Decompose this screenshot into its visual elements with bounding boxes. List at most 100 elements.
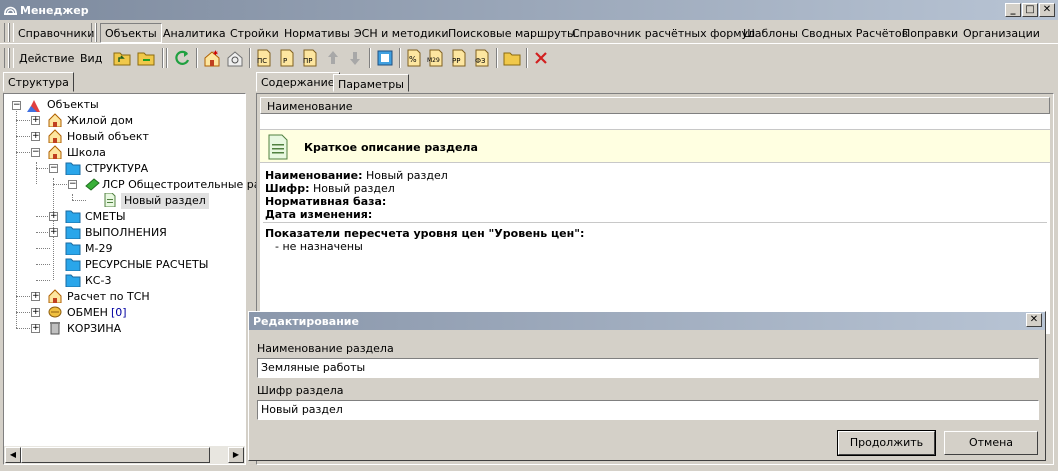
refresh-icon[interactable] — [172, 48, 192, 68]
tree-item-noviy-razdel[interactable]: Новый раздел — [121, 193, 209, 209]
menu-stroyki[interactable]: Стройки — [230, 27, 279, 40]
menu-spravochnik-formul[interactable]: Справочник расчётных формул — [572, 27, 755, 40]
tab-parametry[interactable]: Параметры — [333, 74, 409, 92]
name-input[interactable]: Земляные работы — [257, 358, 1039, 378]
card-title: Краткое описание раздела — [304, 141, 478, 154]
object-tree-icon[interactable] — [225, 48, 245, 68]
edit-dialog: Редактирование ✕ Наименование раздела Зе… — [248, 311, 1046, 461]
tree-item-ks3[interactable]: КС-3 — [85, 273, 111, 289]
title-bar: Менеджер _ □ ✕ — [0, 0, 1058, 20]
objects-root-icon — [27, 100, 40, 112]
arrow-up-icon[interactable] — [323, 48, 343, 68]
field-shifr: Шифр: Новый раздел — [265, 182, 395, 195]
trash-icon — [50, 322, 60, 335]
tab-soderzhanie[interactable]: Содержание — [256, 72, 340, 92]
expand-toggle[interactable]: + — [49, 212, 58, 221]
folder-icon — [65, 162, 81, 175]
section-doc-icon — [104, 193, 116, 207]
section-card: Краткое описание раздела — [260, 129, 1050, 163]
expand-toggle[interactable]: + — [31, 116, 40, 125]
folder-icon — [65, 226, 81, 239]
folder-icon — [65, 274, 81, 287]
code-input[interactable]: Новый раздел — [257, 400, 1039, 420]
tree-item-vypolneniya[interactable]: ВЫПОЛНЕНИЯ — [85, 225, 167, 241]
exchange-icon — [48, 306, 62, 318]
scroll-right-icon[interactable]: ▶ — [228, 447, 244, 463]
tree-item-m29[interactable]: М-29 — [85, 241, 112, 257]
continue-button[interactable]: Продолжить — [837, 430, 936, 456]
new-object-icon[interactable]: ✱ — [202, 48, 222, 68]
tree-item-raschet-tsn[interactable]: Расчет по ТСН — [67, 289, 150, 305]
collapse-toggle[interactable]: − — [68, 180, 77, 189]
minimize-button[interactable]: _ — [1005, 3, 1021, 17]
expand-toggle[interactable]: + — [31, 292, 40, 301]
folder-up-icon[interactable] — [112, 48, 132, 68]
menu-shablony[interactable]: Шаблоны Сводных Расчётов — [743, 27, 908, 40]
menu-analitika[interactable]: Аналитика — [163, 27, 226, 40]
menu-bar: Справочники Объекты Аналитика Стройки Но… — [0, 20, 1058, 44]
horizontal-scrollbar[interactable]: ◀ ▶ — [4, 446, 245, 464]
tree-panel: − Объекты + Жилой дом + Новый объект − Ш… — [3, 93, 261, 465]
scroll-left-icon[interactable]: ◀ — [5, 447, 21, 463]
menu-organizatsii[interactable]: Организации — [963, 27, 1040, 40]
house-icon — [48, 145, 62, 159]
menu-poiskovye[interactable]: Поисковые маршруты — [448, 27, 576, 40]
view-menu[interactable]: Вид — [80, 52, 102, 65]
expand-toggle[interactable]: + — [31, 324, 40, 333]
price-level-title: Показатели пересчета уровня цен "Уровень… — [265, 227, 585, 240]
column-header[interactable]: Наименование — [260, 97, 1050, 114]
expand-toggle[interactable]: + — [31, 308, 40, 317]
menu-popravki[interactable]: Поправки — [902, 27, 958, 40]
maximize-button[interactable]: □ — [1022, 3, 1038, 17]
tree-item-smety[interactable]: СМЕТЫ — [85, 209, 126, 225]
price-level-value: - не назначены — [275, 240, 363, 253]
menu-obekty[interactable]: Объекты — [100, 23, 162, 43]
tree-item-zhiloy-dom[interactable]: Жилой дом — [67, 113, 133, 129]
delete-icon[interactable] — [531, 48, 551, 68]
obmen-count: [0] — [111, 306, 127, 319]
field-data-izmeneniya: Дата изменения: — [265, 208, 373, 221]
tree-item-noviy-obekt[interactable]: Новый объект — [67, 129, 149, 145]
menu-spravochniki[interactable]: Справочники — [18, 27, 94, 40]
expand-toggle[interactable]: + — [49, 228, 58, 237]
collapse-toggle[interactable]: − — [31, 148, 40, 157]
tree-item-shkola[interactable]: Школа — [67, 145, 106, 161]
folder-icon — [65, 242, 81, 255]
folder-minus-icon[interactable] — [136, 48, 156, 68]
tab-struktura[interactable]: Структура — [3, 72, 74, 92]
folder-icon — [65, 210, 81, 223]
expand-toggle[interactable]: + — [31, 132, 40, 141]
tree-item-struktura[interactable]: СТРУКТУРА — [85, 161, 148, 177]
field-normativnaya-baza: Нормативная база: — [265, 195, 387, 208]
structure-icon[interactable] — [375, 48, 395, 68]
tree-item-obmen[interactable]: ОБМЕН — [67, 305, 108, 321]
toolbar: Действие Вид ✱ ПС Р ПР % М29 РР ФЗ — [0, 45, 1058, 70]
menu-esn[interactable]: ЭСН и методики — [354, 27, 449, 40]
scroll-thumb[interactable] — [21, 447, 210, 463]
name-label: Наименование раздела — [257, 342, 394, 355]
tree-root[interactable]: Объекты — [47, 97, 99, 113]
window-title: Менеджер — [20, 4, 89, 17]
folder-open-icon[interactable] — [502, 48, 522, 68]
collapse-toggle[interactable]: − — [49, 164, 58, 173]
collapse-toggle[interactable]: − — [12, 101, 21, 110]
app-icon — [4, 6, 17, 15]
action-menu[interactable]: Действие — [19, 52, 74, 65]
menu-normativy[interactable]: Нормативы — [284, 27, 350, 40]
estimate-book-icon — [85, 178, 100, 191]
house-icon — [48, 113, 62, 127]
arrow-down-icon[interactable] — [345, 48, 365, 68]
close-window-button[interactable]: ✕ — [1039, 3, 1055, 17]
divider — [263, 222, 1047, 223]
tree-item-korzina[interactable]: КОРЗИНА — [67, 321, 121, 337]
dialog-title: Редактирование — [253, 315, 359, 328]
description-area: Краткое описание раздела Наименование: Н… — [260, 114, 1050, 334]
cancel-button[interactable]: Отмена — [944, 431, 1038, 455]
tree-item-resursnye[interactable]: РЕСУРСНЫЕ РАСЧЕТЫ — [85, 257, 208, 273]
svg-text:✱: ✱ — [213, 50, 218, 57]
dialog-title-bar: Редактирование ✕ — [249, 312, 1045, 330]
tree-item-lsr[interactable]: ЛСР Общестроительные ра — [102, 177, 261, 193]
dialog-close-icon[interactable]: ✕ — [1026, 313, 1042, 327]
code-label: Шифр раздела — [257, 384, 344, 397]
house-icon — [48, 289, 62, 303]
